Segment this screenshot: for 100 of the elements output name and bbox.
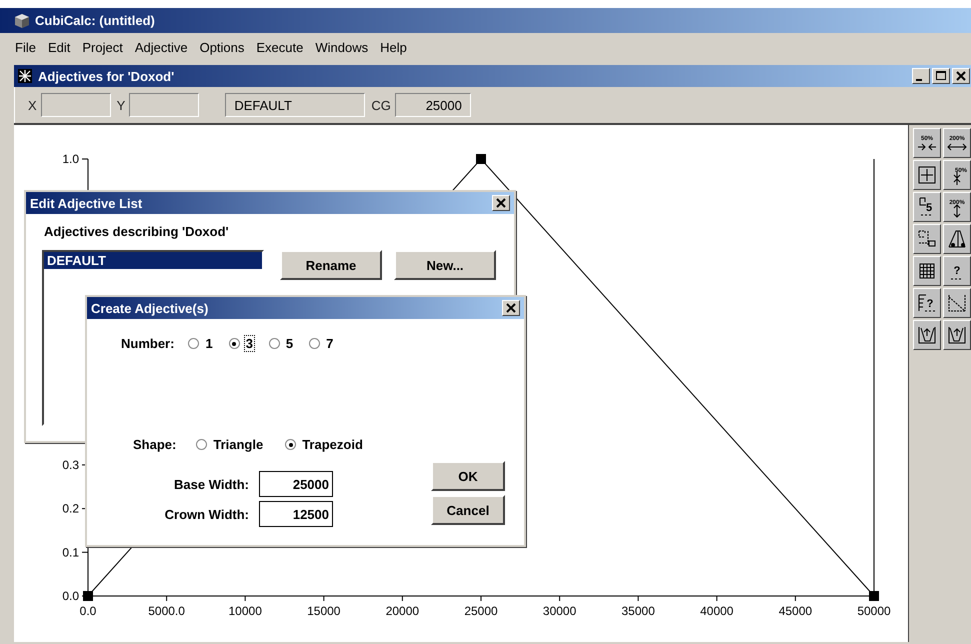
menu-item[interactable]: Adjective	[130, 40, 193, 54]
tool-icon	[946, 228, 968, 250]
readout-field: DEFAULT	[225, 93, 366, 117]
number-label: Number:	[121, 336, 174, 351]
close-icon	[496, 198, 506, 208]
minimize-button[interactable]	[912, 68, 930, 84]
close-icon	[506, 303, 516, 313]
radio-label: 1	[204, 335, 214, 352]
cube-icon	[14, 12, 30, 28]
tool-icon	[916, 164, 938, 186]
radio-circle[interactable]	[188, 338, 200, 349]
number-radio[interactable]: 7	[309, 335, 336, 352]
x-tick	[244, 596, 246, 602]
dialog-title: Create Adjective(s)	[91, 300, 208, 316]
x-tick-label: 50000	[857, 604, 891, 618]
radio-circle[interactable]	[268, 338, 280, 349]
x-tick	[638, 596, 639, 602]
tool-button[interactable]	[913, 160, 941, 190]
tool-button[interactable]	[913, 256, 941, 286]
tool-icon	[946, 292, 968, 314]
point-handle[interactable]	[83, 591, 93, 601]
readout-field	[40, 93, 111, 117]
radio-label: 5	[284, 335, 294, 352]
menu-item[interactable]: Project	[77, 40, 128, 54]
close-button[interactable]	[952, 68, 970, 84]
list-item[interactable]: DEFAULT	[44, 252, 262, 269]
number-radio[interactable]: 1	[188, 335, 215, 352]
tool-icon	[946, 324, 968, 346]
field-label: Y	[116, 98, 126, 112]
maximize-icon	[936, 71, 946, 81]
radio-circle[interactable]	[285, 439, 296, 450]
x-tick	[559, 596, 560, 602]
tool-button[interactable]	[913, 224, 941, 254]
close-button[interactable]	[502, 300, 520, 316]
dialog-button[interactable]: OK	[431, 461, 505, 491]
menu-item[interactable]: Options	[194, 40, 250, 54]
field-label: X	[28, 98, 37, 112]
y-tick-label: 0.2	[62, 502, 79, 516]
radio-circle[interactable]	[196, 439, 208, 450]
shape-radio[interactable]: Triangle	[196, 436, 266, 453]
window-title: Adjectives for 'Doxod'	[38, 68, 174, 84]
input-label: Base Width:	[174, 476, 249, 492]
x-tick-label: 45000	[778, 604, 812, 618]
menu-item[interactable]: Help	[375, 40, 412, 54]
point-handle[interactable]	[476, 154, 486, 164]
app-title: CubiCalc: (untitled)	[35, 13, 155, 28]
window-icon	[18, 69, 32, 83]
shape-radio[interactable]: Trapezoid	[285, 436, 365, 453]
x-tick-label: 10000	[228, 604, 262, 618]
x-tick-label: 40000	[700, 604, 734, 618]
tool-button[interactable]: ?	[943, 256, 971, 286]
number-radio[interactable]: 3	[228, 335, 255, 352]
input-field[interactable]: 25000	[259, 471, 333, 497]
tool-icon	[916, 324, 938, 346]
x-tick-label: 5000.0	[148, 604, 185, 618]
shape-label: Shape:	[133, 437, 176, 452]
readout-field	[129, 93, 200, 117]
point-handle[interactable]	[869, 591, 879, 601]
x-tick	[402, 596, 403, 602]
readout-field: 25000	[394, 93, 471, 117]
x-tick	[480, 596, 482, 602]
y-tick-label: 0.1	[62, 545, 79, 560]
radio-label: 3	[244, 335, 255, 352]
radio-label: 7	[325, 335, 334, 352]
dialog-button[interactable]: New...	[394, 250, 496, 280]
radio-label: Triangle	[212, 436, 264, 453]
tool-button[interactable]	[943, 224, 971, 254]
tool-button[interactable]: 5	[913, 192, 941, 222]
number-radio[interactable]: 5	[268, 335, 296, 352]
x-tick-label: 20000	[386, 604, 420, 618]
x-tick	[323, 596, 324, 602]
x-tick-label: 35000	[622, 604, 655, 618]
dialog-button[interactable]: Cancel	[431, 495, 505, 525]
x-tick	[716, 596, 718, 602]
maximize-button[interactable]	[932, 68, 950, 84]
input-label: Crown Width:	[164, 506, 249, 522]
x-tick-label: 0.0	[80, 604, 96, 618]
y-tick-label: 1.0	[62, 152, 79, 166]
radio-circle[interactable]	[228, 338, 240, 349]
input-field[interactable]: 12500	[259, 501, 333, 527]
y-tick-label: 0.3	[62, 458, 79, 472]
field-label: CG	[371, 98, 391, 112]
menu-item[interactable]: Windows	[310, 40, 374, 54]
dialog-caption: Adjectives describing 'Doxod'	[44, 224, 230, 239]
x-tick-label: 30000	[542, 604, 576, 618]
dialog-title: Edit Adjective List	[30, 196, 142, 210]
tool-button[interactable]	[913, 320, 941, 350]
tool-button[interactable]	[943, 320, 971, 350]
tool-button[interactable]	[943, 288, 971, 318]
x-tick-label: 15000	[307, 604, 340, 618]
y-tick-label: 0.0	[62, 589, 79, 603]
x-tick	[794, 596, 796, 602]
dialog-button[interactable]: Rename	[280, 250, 382, 280]
menu-item[interactable]: File	[10, 40, 41, 54]
tool-button[interactable]: ?	[913, 288, 941, 318]
close-button[interactable]	[492, 195, 510, 211]
menu-item[interactable]: Execute	[251, 40, 308, 54]
radio-circle[interactable]	[309, 338, 320, 349]
menu-item[interactable]: Edit	[42, 40, 76, 54]
radio-label: Trapezoid	[301, 436, 364, 453]
